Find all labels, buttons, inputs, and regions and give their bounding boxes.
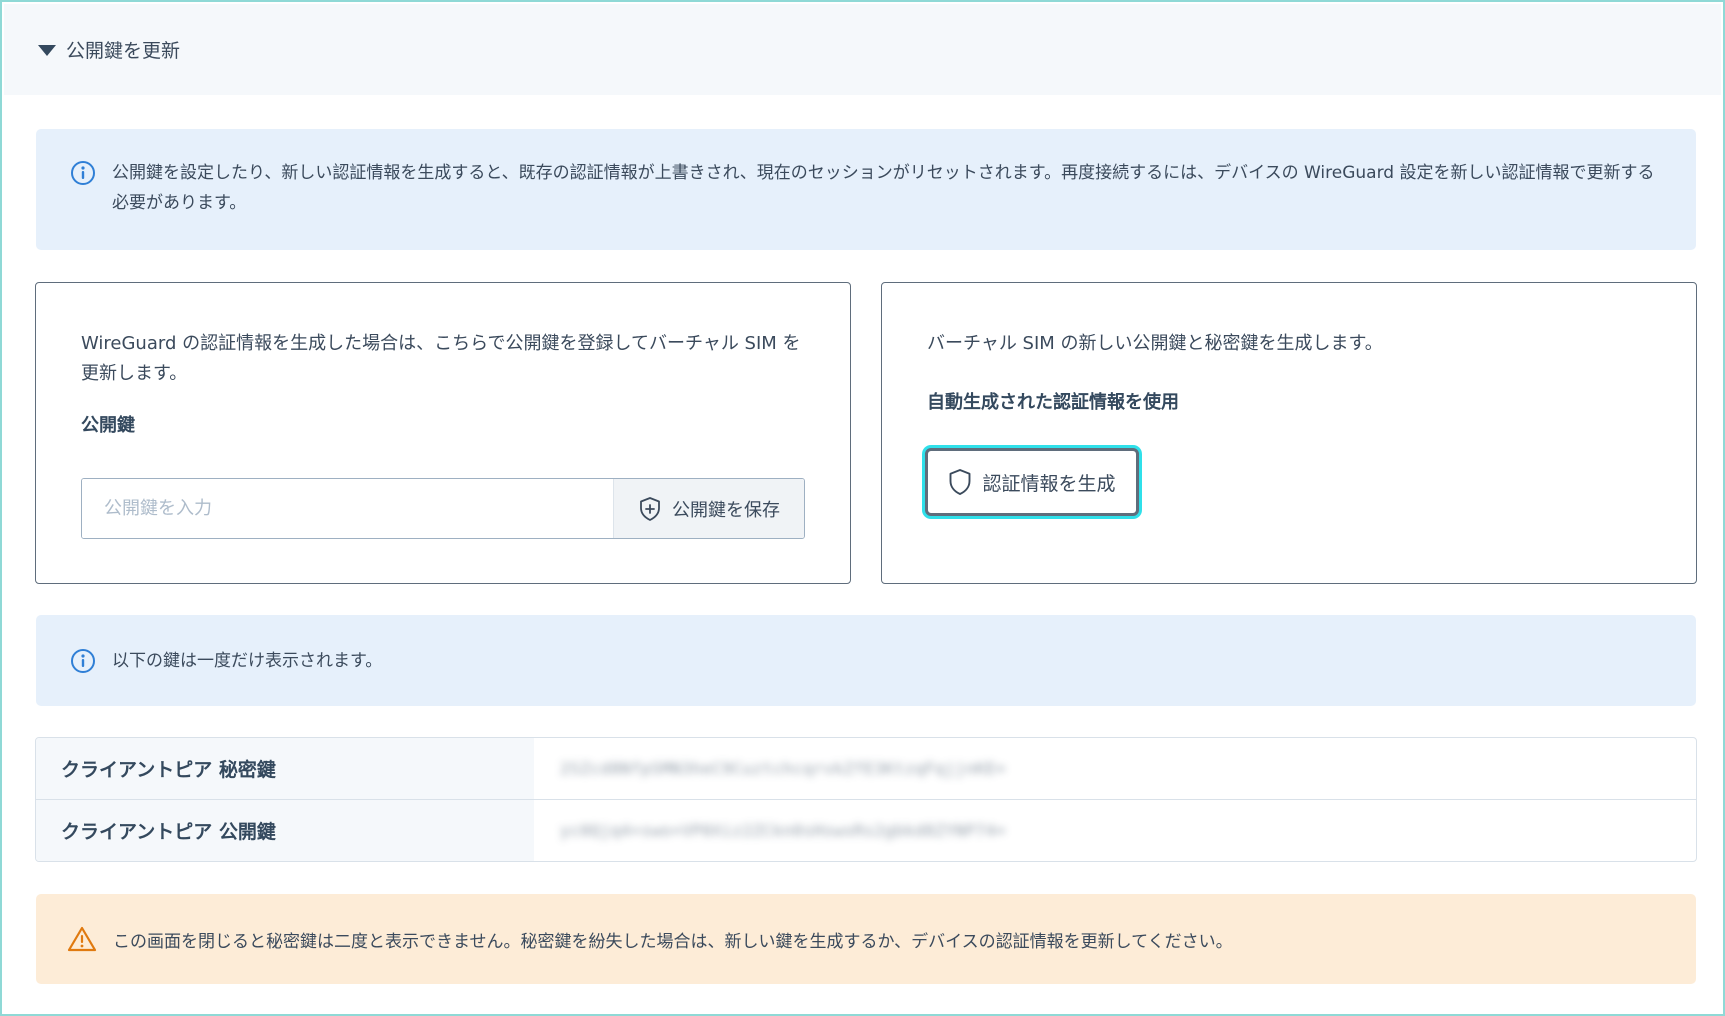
credentials-panel: 公開鍵を更新 公開鍵を設定したり、新しい認証情報を生成すると、既存の認証情報が上…	[0, 0, 1725, 1016]
private-key-text: 2SZcd8NfpSMN3heC9CuztchcqrvkZfE3KtzqFqjj…	[560, 759, 1006, 778]
private-key-value[interactable]: 2SZcd8NfpSMN3heC9CuztchcqrvkZfE3KtzqFqjj…	[534, 738, 1696, 799]
generate-label: 自動生成された認証情報を使用	[927, 392, 1179, 413]
shield-icon	[950, 469, 971, 495]
caret-down-icon[interactable]	[38, 45, 56, 56]
generate-credentials-button[interactable]: 認証情報を生成	[925, 448, 1139, 516]
shield-plus-icon	[640, 496, 660, 521]
table-row: クライアントピア 公開鍵 yc0Qjq4+swo+VP0Xiz2ZCkn0sHs…	[36, 799, 1696, 861]
public-key-card: WireGuard の認証情報を生成した場合は、こちらで公開鍵を登録してバーチャ…	[35, 282, 851, 584]
info-circle-icon	[71, 161, 95, 185]
public-key-label: 公開鍵	[81, 415, 135, 436]
info-notice-keys-once: 以下の鍵は一度だけ表示されます。	[36, 615, 1696, 706]
keys-table: クライアントピア 秘密鍵 2SZcd8NfpSMN3heC9Cuztchcqrv…	[35, 737, 1697, 862]
info-notice-keys-text: 以下の鍵は一度だけ表示されます。	[112, 650, 383, 671]
warning-text: この画面を閉じると秘密鍵は二度と表示できません。秘密鍵を紛失した場合は、新しい鍵…	[113, 931, 1233, 952]
section-header[interactable]: 公開鍵を更新	[4, 4, 1721, 95]
generate-description: バーチャル SIM の新しい公開鍵と秘密鍵を生成します。	[927, 333, 1383, 354]
info-notice-overwrite: 公開鍵を設定したり、新しい認証情報を生成すると、既存の認証情報が上書きされ、現在…	[36, 129, 1696, 250]
info-circle-icon	[71, 648, 95, 673]
public-key-description: WireGuard の認証情報を生成した場合は、こちらで公開鍵を登録してバーチャ…	[81, 333, 801, 384]
private-key-label: クライアントピア 秘密鍵	[36, 738, 534, 799]
table-row: クライアントピア 秘密鍵 2SZcd8NfpSMN3heC9Cuztchcqrv…	[36, 738, 1696, 799]
generate-credentials-card: バーチャル SIM の新しい公開鍵と秘密鍵を生成します。 自動生成された認証情報…	[881, 282, 1697, 584]
info-notice-text: 公開鍵を設定したり、新しい認証情報を生成すると、既存の認証情報が上書きされ、現在…	[112, 163, 1655, 213]
public-key-row-label: クライアントピア 公開鍵	[36, 800, 534, 861]
save-public-key-button[interactable]: 公開鍵を保存	[613, 479, 804, 538]
public-key-input-group: 公開鍵を保存	[81, 478, 805, 539]
warning-triangle-icon	[67, 926, 97, 952]
section-title: 公開鍵を更新	[66, 40, 181, 62]
public-key-text: yc0Qjq4+swo+VP0Xiz2ZCkn0sHswxRs2gbkd8ZYN…	[560, 821, 1006, 840]
public-key-value[interactable]: yc0Qjq4+swo+VP0Xiz2ZCkn0sHswxRs2gbkd8ZYN…	[534, 800, 1696, 861]
public-key-input[interactable]	[82, 479, 613, 538]
generate-credentials-label: 認証情報を生成	[982, 472, 1116, 495]
warning-notice: この画面を閉じると秘密鍵は二度と表示できません。秘密鍵を紛失した場合は、新しい鍵…	[36, 894, 1696, 984]
save-public-key-label: 公開鍵を保存	[672, 499, 780, 521]
